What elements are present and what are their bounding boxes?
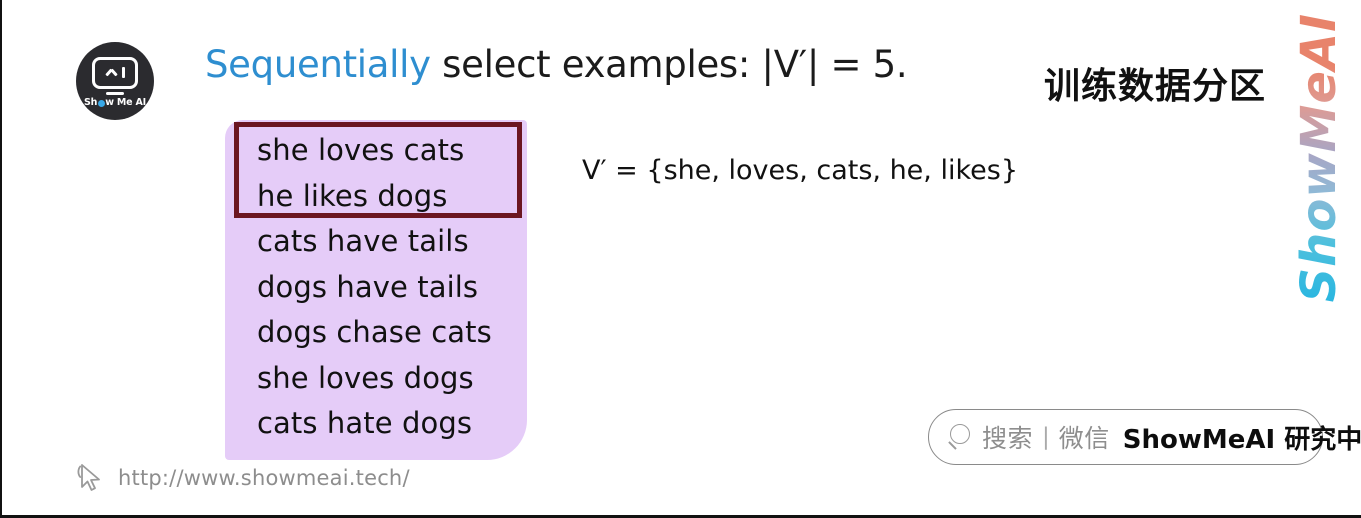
search-icon — [948, 424, 975, 450]
vocabulary-set-annotation: V′ = {she, loves, cats, he, likes} — [582, 155, 1018, 186]
list-item: dogs have tails — [257, 269, 479, 304]
showmeai-logo: Sh w Me AI — [76, 42, 154, 120]
wechat-search-pill[interactable]: 搜索 | 微信 ShowMeAI 研究中心 — [928, 409, 1361, 465]
vertical-watermark: ShowMeAI — [1291, 13, 1347, 302]
title-highlight: Sequentially — [205, 43, 431, 86]
robot-face-icon — [92, 56, 138, 89]
logo-wordmark: Sh w Me AI — [84, 98, 146, 108]
selection-highlight-box — [234, 122, 522, 218]
logo-chin-bar — [106, 91, 124, 95]
logo-dot-icon — [97, 99, 105, 107]
search-separator: | — [1042, 424, 1050, 450]
title-rest: select examples: |V′| = 5. — [430, 43, 908, 86]
logo-wordmark-suffix: w Me AI — [105, 96, 146, 108]
cursor-pointer-icon — [76, 462, 106, 494]
caret-up-icon — [106, 67, 117, 78]
logo-wordmark-prefix: Sh — [84, 96, 98, 108]
footer-url-label: http://www.showmeai.tech/ — [118, 466, 410, 490]
list-item: cats have tails — [257, 224, 469, 258]
footer: http://www.showmeai.tech/ — [76, 462, 410, 494]
search-channel-label: 微信 — [1058, 424, 1110, 453]
section-heading-chinese: 训练数据分区 — [1044, 66, 1267, 107]
list-item: dogs chase cats — [257, 315, 492, 349]
search-account-label: ShowMeAI 研究中心 — [1122, 424, 1361, 455]
bar-icon — [121, 67, 125, 79]
list-item: cats hate dogs — [257, 406, 473, 440]
slide-canvas: Sh w Me AI Sequentially select examples: … — [0, 0, 1361, 518]
page-title: Sequentially select examples: |V′| = 5. — [205, 43, 908, 86]
vertical-watermark-text: ShowMeAI — [1291, 13, 1347, 303]
list-item: she loves dogs — [257, 360, 474, 395]
search-placeholder-label: 搜索 — [982, 424, 1034, 453]
